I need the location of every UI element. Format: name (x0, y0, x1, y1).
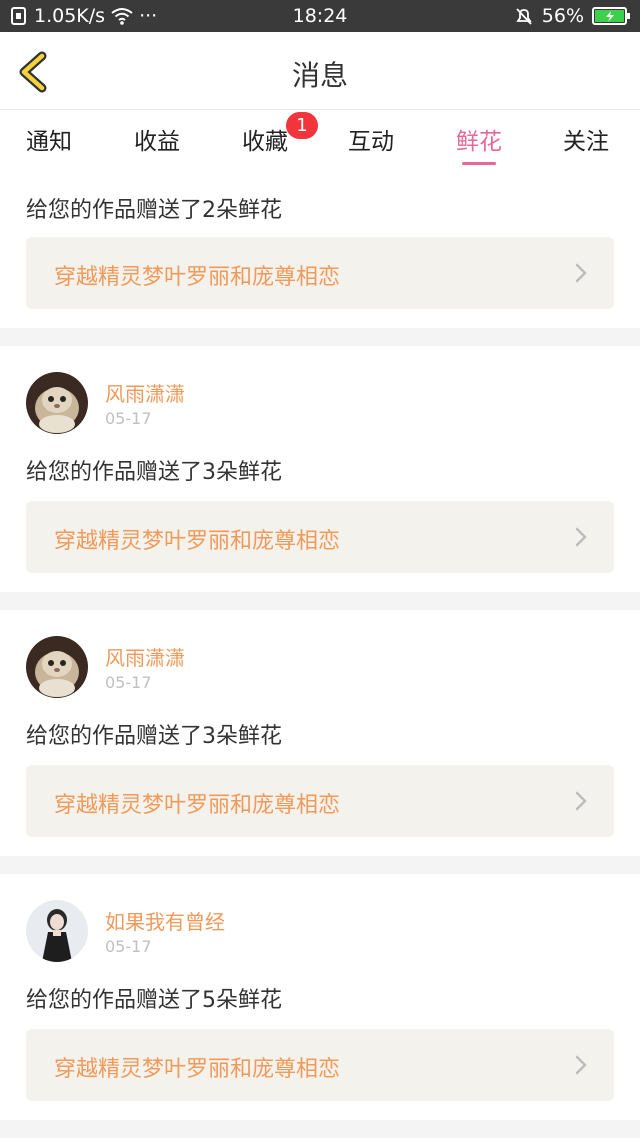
avatar[interactable] (26, 372, 88, 434)
gift-message: 给您的作品赠送了2朵鲜花 (26, 198, 282, 223)
work-title: 穿越精灵梦叶罗丽和庞尊相恋 (54, 793, 341, 818)
gift-message: 给您的作品赠送了3朵鲜花 (26, 460, 282, 485)
divider (0, 1120, 640, 1138)
chevron-right-icon (575, 791, 587, 811)
divider (0, 592, 640, 610)
work-title: 穿越精灵梦叶罗丽和庞尊相恋 (54, 529, 341, 554)
cat-avatar-icon (26, 636, 88, 698)
status-bar: 1.05K/s ··· 18:24 56% (0, 0, 640, 32)
user-name[interactable]: 如果我有曾经 (105, 906, 225, 935)
avatar[interactable] (26, 900, 88, 962)
divider (0, 856, 640, 874)
user-name[interactable]: 风雨潇潇 (105, 378, 185, 407)
tab-follow[interactable]: 关注 (563, 122, 609, 156)
work-link[interactable]: 穿越精灵梦叶罗丽和庞尊相恋 (26, 765, 614, 837)
work-link[interactable]: 穿越精灵梦叶罗丽和庞尊相恋 (26, 501, 614, 573)
chevron-right-icon (575, 527, 587, 547)
avatar[interactable] (26, 636, 88, 698)
chevron-right-icon (575, 263, 587, 283)
list-item: 风雨潇潇 05-17 给您的作品赠送了3朵鲜花 穿越精灵梦叶罗丽和庞尊相恋 (0, 346, 640, 592)
chevron-right-icon (575, 1055, 587, 1075)
unread-badge: 1 (286, 112, 318, 139)
tab-label: 鲜花 (456, 129, 502, 155)
work-title: 穿越精灵梦叶罗丽和庞尊相恋 (54, 265, 341, 290)
tab-bar: 通知 收益 收藏 1 互动 鲜花 关注 (0, 110, 640, 168)
tab-label: 互动 (348, 129, 394, 155)
tab-label: 收益 (134, 129, 180, 155)
active-tab-indicator (462, 162, 496, 165)
cat-avatar-icon (26, 372, 88, 434)
nav-bar: 消息 (0, 32, 640, 110)
tab-notice[interactable]: 通知 (26, 122, 72, 156)
tab-favorites[interactable]: 收藏 1 (242, 112, 318, 156)
date: 05-17 (105, 673, 152, 692)
work-title: 穿越精灵梦叶罗丽和庞尊相恋 (54, 1057, 341, 1082)
tab-interaction[interactable]: 互动 (348, 122, 394, 156)
tab-earnings[interactable]: 收益 (134, 122, 180, 156)
gift-message: 给您的作品赠送了3朵鲜花 (26, 724, 282, 749)
tab-flowers[interactable]: 鲜花 (456, 122, 502, 165)
girl-avatar-icon (26, 900, 88, 962)
list-item: 风雨潇潇 05-17 给您的作品赠送了3朵鲜花 穿越精灵梦叶罗丽和庞尊相恋 (0, 610, 640, 856)
date: 05-17 (105, 409, 152, 428)
tab-label: 关注 (563, 129, 609, 155)
list-item: 如果我有曾经 05-17 给您的作品赠送了5朵鲜花 穿越精灵梦叶罗丽和庞尊相恋 (0, 874, 640, 1120)
tab-label: 收藏 (242, 129, 288, 155)
tab-label: 通知 (26, 129, 72, 155)
battery-charging-icon (592, 6, 632, 26)
mute-bell-icon (514, 6, 534, 26)
list-item: 给您的作品赠送了2朵鲜花 穿越精灵梦叶罗丽和庞尊相恋 (0, 168, 640, 328)
work-link[interactable]: 穿越精灵梦叶罗丽和庞尊相恋 (26, 237, 614, 309)
work-link[interactable]: 穿越精灵梦叶罗丽和庞尊相恋 (26, 1029, 614, 1101)
gift-message: 给您的作品赠送了5朵鲜花 (26, 988, 282, 1013)
user-name[interactable]: 风雨潇潇 (105, 642, 185, 671)
battery-level: 56% (541, 5, 584, 27)
page-title: 消息 (291, 59, 348, 92)
divider (0, 328, 640, 346)
date: 05-17 (105, 937, 152, 956)
